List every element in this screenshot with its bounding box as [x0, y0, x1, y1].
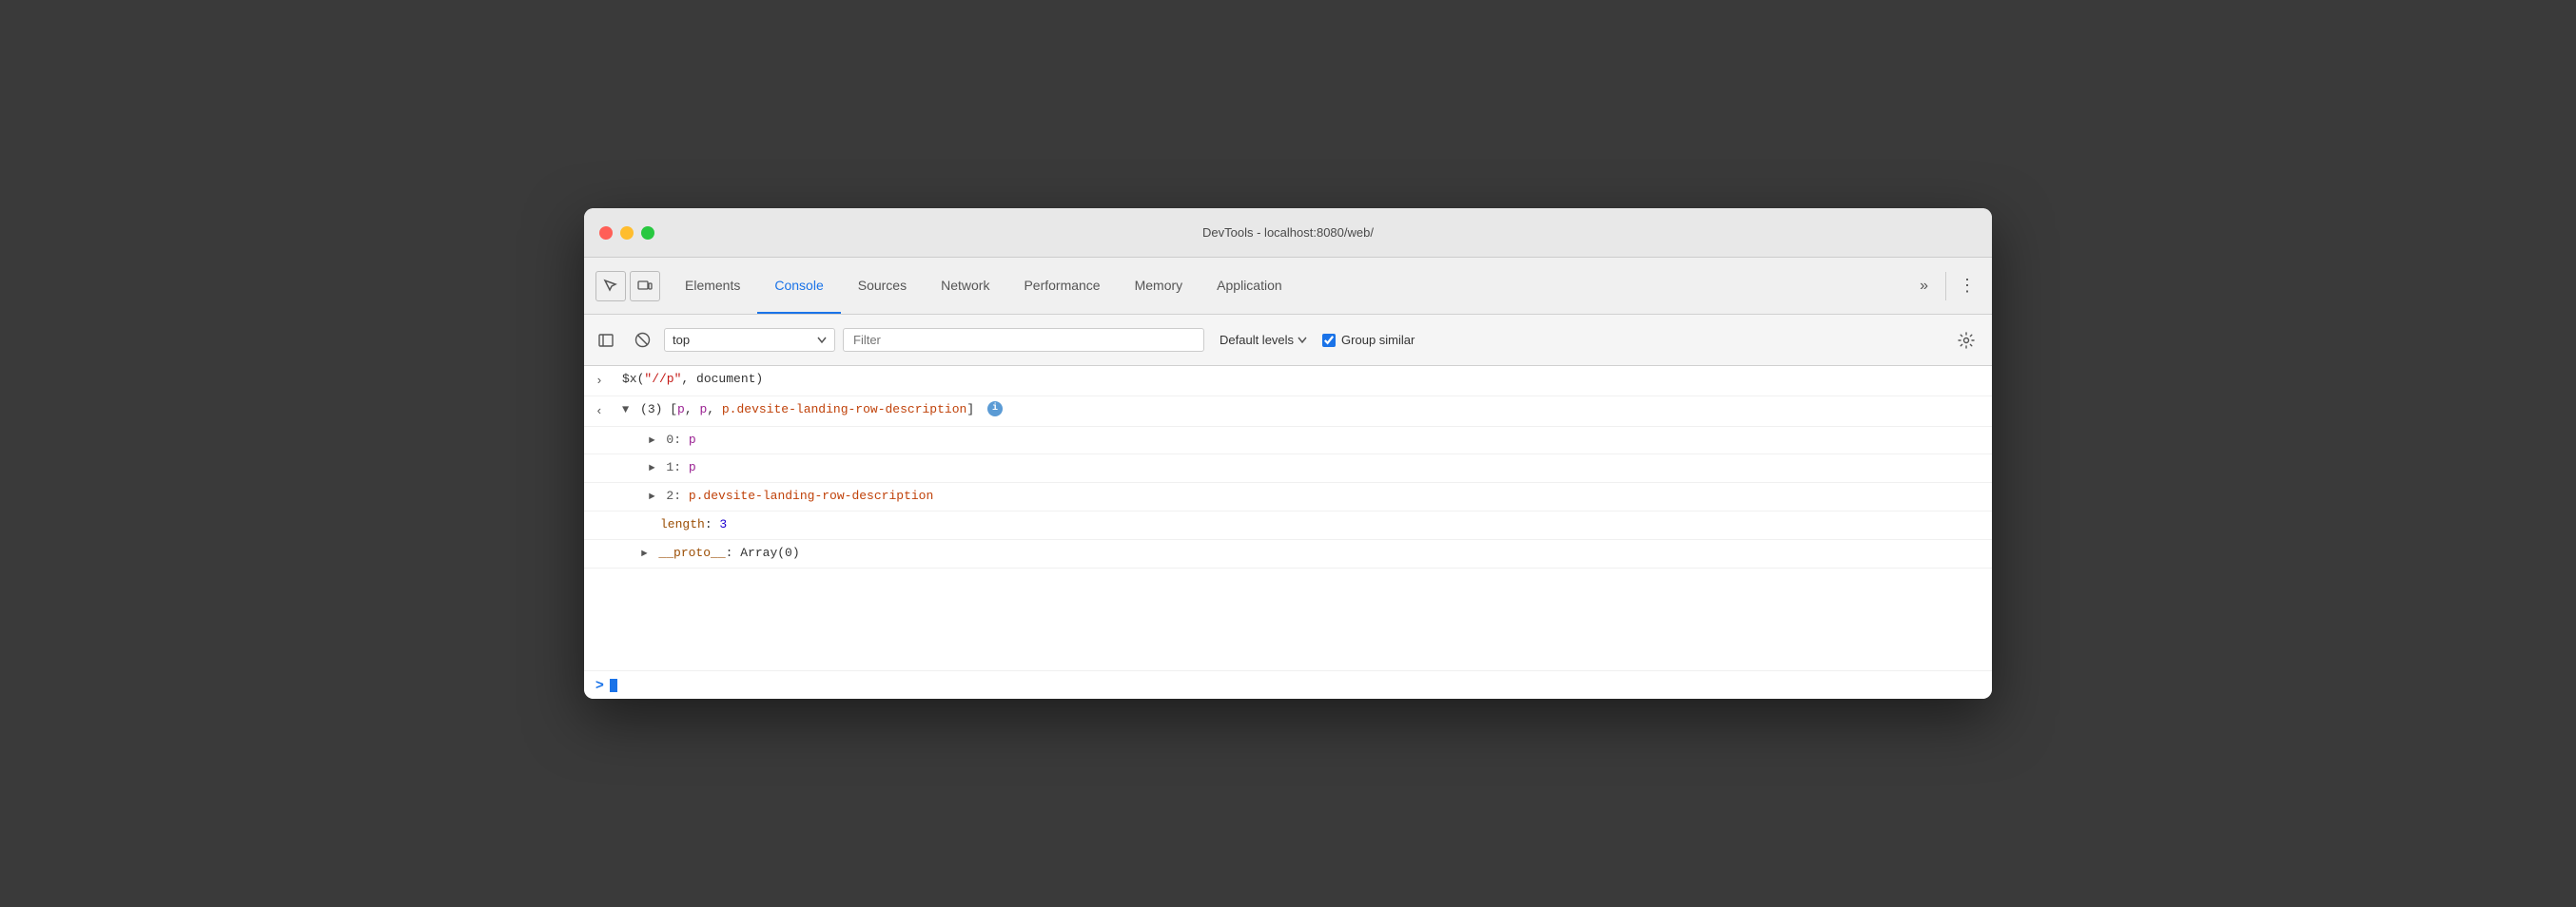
console-row-output-header: ‹ ▼ (3) [p, p, p.devsite-landing-row-des… [584, 396, 1992, 427]
close-button[interactable] [599, 226, 613, 240]
row-content-input: $x("//p", document) [622, 370, 1984, 390]
title-bar: DevTools - localhost:8080/web/ [584, 208, 1992, 258]
inspect-element-button[interactable] [595, 271, 626, 301]
context-selector[interactable]: top [664, 328, 835, 352]
row-gutter-output: ‹ [595, 400, 622, 422]
expand-arrow[interactable]: ▼ [622, 403, 629, 416]
console-row-proto: ► __proto__: Array(0) [584, 540, 1992, 569]
console-row-item-0: ► 0: p [584, 427, 1992, 455]
row-content-output-header: ▼ (3) [p, p, p.devsite-landing-row-descr… [622, 400, 1984, 420]
row-gutter-length [595, 515, 622, 517]
tab-application[interactable]: Application [1200, 258, 1299, 314]
tab-console[interactable]: Console [757, 258, 840, 314]
expand-item-0-arrow[interactable]: ► [649, 435, 655, 447]
filter-input[interactable] [843, 328, 1204, 352]
row-content-proto: ► __proto__: Array(0) [622, 544, 1984, 564]
console-prompt[interactable]: > [584, 670, 1992, 699]
console-settings-button[interactable] [1952, 326, 1981, 355]
clear-console-button[interactable] [628, 326, 656, 355]
expand-proto-arrow[interactable]: ► [641, 549, 648, 560]
row-content-item-2: ► 2: p.devsite-landing-row-description [630, 487, 1984, 507]
tab-elements[interactable]: Elements [668, 258, 757, 314]
devtools-window: DevTools - localhost:8080/web/ Elements … [584, 208, 1992, 699]
console-output: › $x("//p", document) ‹ ▼ (3) [p, p, p.d… [584, 366, 1992, 670]
row-gutter-item-0 [603, 431, 630, 433]
minimize-button[interactable] [620, 226, 634, 240]
row-content-length: length: 3 [622, 515, 1984, 535]
expand-item-2-arrow[interactable]: ► [649, 492, 655, 503]
prompt-cursor [610, 679, 617, 692]
console-toolbar: top Default levels Group similar [584, 315, 1992, 366]
more-tabs-button[interactable]: » [1910, 278, 1938, 295]
default-levels-button[interactable]: Default levels [1212, 329, 1315, 351]
traffic-lights [599, 226, 654, 240]
device-toolbar-button[interactable] [630, 271, 660, 301]
maximize-button[interactable] [641, 226, 654, 240]
tab-performance[interactable]: Performance [1006, 258, 1117, 314]
group-similar-toggle[interactable]: Group similar [1322, 333, 1415, 347]
row-gutter-proto [595, 544, 622, 546]
console-row-item-1: ► 1: p [584, 454, 1992, 483]
row-content-item-0: ► 0: p [630, 431, 1984, 451]
devtools-menu-button[interactable]: ⋮ [1954, 273, 1981, 299]
tab-network[interactable]: Network [924, 258, 1006, 314]
row-gutter-item-1 [603, 458, 630, 460]
row-content-item-1: ► 1: p [630, 458, 1984, 478]
expand-item-1-arrow[interactable]: ► [649, 463, 655, 474]
row-gutter-input: › [595, 370, 622, 392]
console-row-input: › $x("//p", document) [584, 366, 1992, 396]
tab-bar: Elements Console Sources Network Perform… [584, 258, 1992, 315]
console-row-length: length: 3 [584, 511, 1992, 540]
group-similar-checkbox[interactable] [1322, 334, 1336, 347]
prompt-symbol: > [595, 677, 604, 693]
tab-bar-end: » ⋮ [1910, 258, 1992, 314]
window-title: DevTools - localhost:8080/web/ [1202, 225, 1374, 240]
console-row-item-2: ► 2: p.devsite-landing-row-description [584, 483, 1992, 511]
show-console-sidebar-button[interactable] [592, 326, 620, 355]
row-gutter-item-2 [603, 487, 630, 489]
tab-memory[interactable]: Memory [1118, 258, 1200, 314]
tab-sources[interactable]: Sources [841, 258, 924, 314]
info-badge[interactable]: i [987, 401, 1003, 416]
tab-bar-icons [588, 258, 668, 314]
